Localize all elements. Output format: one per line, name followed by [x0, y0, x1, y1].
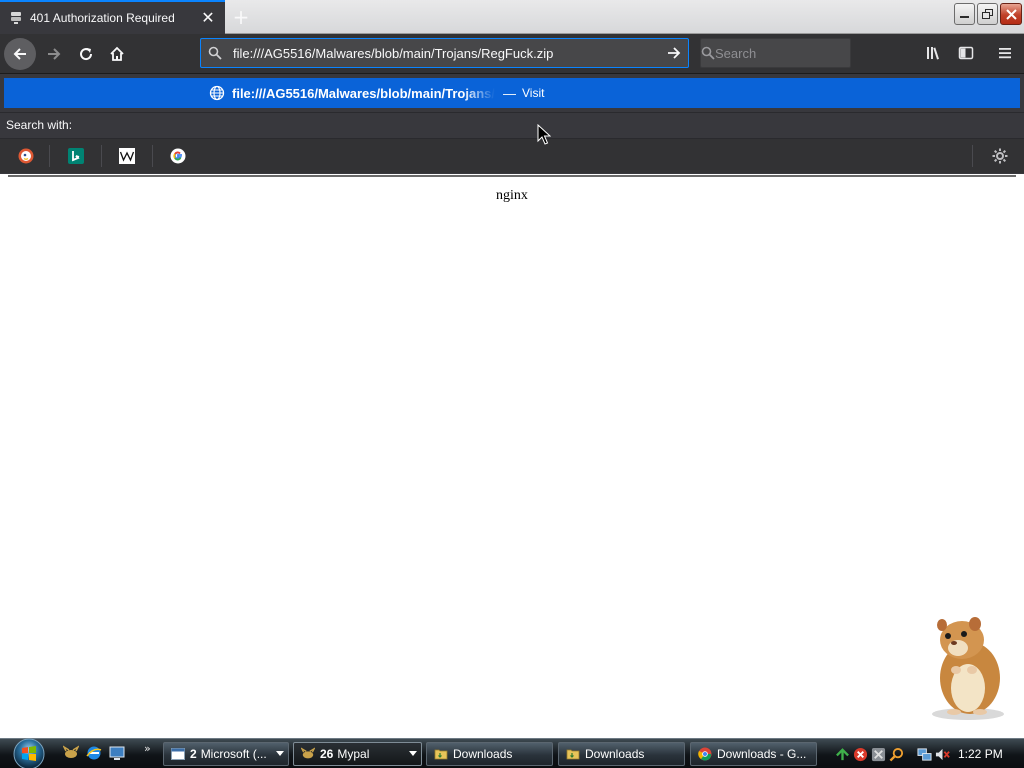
restore-button[interactable] — [977, 3, 998, 25]
clock[interactable]: 1:22 PM — [958, 747, 1003, 761]
close-icon[interactable]: ✕ — [197, 7, 219, 29]
back-button[interactable] — [4, 38, 36, 70]
page-body-text: nginx — [496, 188, 528, 203]
folder-icon — [433, 746, 449, 762]
back-arrow-icon — [13, 48, 26, 60]
window-close-button[interactable] — [1000, 3, 1022, 25]
search-icon — [201, 46, 229, 60]
duckduckgo-icon — [18, 148, 34, 164]
show-desktop-icon[interactable] — [108, 744, 126, 762]
taskbar-button-downloads-2[interactable]: Downloads — [558, 742, 685, 766]
start-button[interactable] — [8, 737, 50, 768]
sidebar-button[interactable] — [951, 38, 981, 68]
chevron-down-icon — [409, 751, 417, 756]
search-engine-bar — [0, 138, 1024, 173]
system-tray: 1:22 PM — [834, 742, 1022, 766]
taskbar-button-downloads-chrome[interactable]: Downloads - G... — [690, 742, 817, 766]
page-divider — [8, 175, 1016, 177]
globe-icon — [208, 84, 226, 102]
tab-active[interactable]: 401 Authorization Required ✕ — [0, 0, 225, 34]
taskbar-button-microsoft[interactable]: 2 Microsoft (... — [163, 742, 289, 766]
screen: 401 Authorization Required ✕ + file:///A… — [0, 0, 1024, 768]
internet-explorer-icon[interactable] — [85, 744, 103, 762]
navigation-toolbar — [0, 34, 1024, 74]
plus-icon: + — [232, 5, 250, 29]
home-button[interactable] — [101, 38, 133, 70]
folder-icon — [565, 746, 581, 762]
google-icon — [170, 148, 186, 164]
magnifier-icon[interactable] — [888, 746, 905, 763]
mypal-icon[interactable] — [62, 744, 80, 762]
taskbar-button-downloads-1[interactable]: Downloads — [426, 742, 553, 766]
url-bar[interactable] — [200, 38, 689, 68]
search-with-label: Search with: — [0, 112, 1024, 137]
minimize-button[interactable] — [954, 3, 975, 25]
url-input[interactable] — [229, 45, 660, 61]
server-page-icon — [8, 10, 24, 26]
search-settings-button[interactable] — [988, 144, 1012, 168]
quick-launch — [62, 744, 126, 762]
library-icon — [927, 47, 939, 60]
gear-icon — [992, 148, 1008, 164]
chevron-down-icon — [276, 751, 284, 756]
bing-icon — [68, 148, 84, 164]
new-tab-button[interactable]: + — [228, 4, 254, 30]
volume-muted-icon[interactable] — [934, 746, 951, 763]
go-arrow-icon[interactable] — [660, 45, 688, 61]
suggestion-action-label: Visit — [521, 86, 545, 100]
tab-title: 401 Authorization Required — [30, 11, 175, 25]
wikipedia-icon — [119, 148, 135, 164]
quick-launch-overflow-chevron[interactable]: » — [144, 742, 151, 755]
mouse-cursor-icon — [537, 124, 551, 145]
network-icon[interactable] — [916, 746, 933, 763]
network-sync-icon[interactable] — [834, 746, 851, 763]
security-alert-icon[interactable] — [852, 746, 869, 763]
search-icon — [701, 46, 715, 60]
forward-arrow-icon — [48, 48, 61, 60]
hamburger-menu-button[interactable] — [990, 38, 1020, 68]
duckduckgo-engine-button[interactable] — [13, 143, 39, 169]
search-input[interactable] — [715, 45, 891, 61]
taskbar: » 2 Microsoft (... 26 Mypal Downloads Do… — [0, 738, 1024, 768]
search-bar[interactable] — [700, 38, 891, 68]
forward-button[interactable] — [38, 38, 70, 70]
sidebar-icon — [958, 46, 974, 60]
reload-button[interactable] — [70, 38, 102, 70]
window-controls — [954, 3, 1022, 25]
reload-icon — [80, 48, 93, 61]
chrome-icon — [697, 746, 713, 762]
window-icon — [170, 746, 186, 762]
autocomplete-suggestion[interactable]: file:///AG5516/Malwares/blob/main/Trojan… — [4, 78, 1020, 108]
bing-engine-button[interactable] — [63, 143, 89, 169]
home-icon — [110, 46, 124, 61]
wikipedia-engine-button[interactable] — [114, 143, 140, 169]
utility-app-icon[interactable] — [870, 746, 887, 763]
hamburger-menu-icon — [999, 48, 1011, 59]
taskbar-button-mypal[interactable]: 26 Mypal — [293, 742, 422, 766]
suggestion-url: file:///AG5516/Malwares/blob/main/Trojan… — [232, 85, 495, 101]
library-button[interactable] — [919, 38, 949, 68]
suggestion-separator: — — [502, 85, 516, 101]
google-engine-button[interactable] — [165, 143, 191, 169]
mypal-icon — [300, 746, 316, 762]
tab-strip: 401 Authorization Required ✕ + — [0, 0, 1024, 34]
url-autocomplete-popup: file:///AG5516/Malwares/blob/main/Trojan… — [0, 74, 1024, 174]
hamster-mascot-icon[interactable] — [920, 612, 1010, 722]
